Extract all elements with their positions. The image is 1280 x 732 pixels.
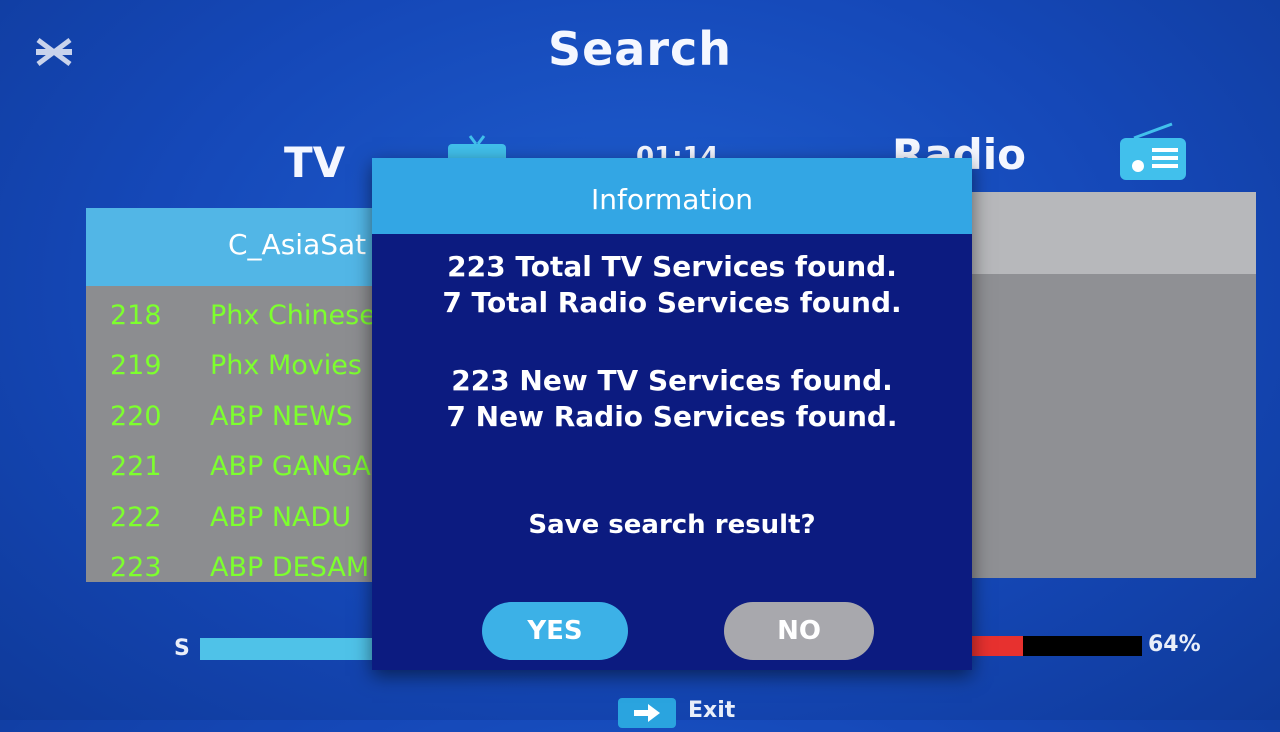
- channel-number: 219: [110, 350, 162, 382]
- exit-key[interactable]: [618, 698, 676, 728]
- channel-number: 223: [110, 552, 162, 584]
- signal-strength-label: S: [174, 636, 190, 661]
- new-tv-services-text: 223 New TV Services found.: [451, 364, 893, 397]
- total-radio-services-text: 7 Total Radio Services found.: [442, 286, 902, 319]
- save-question-text: Save search result?: [528, 510, 816, 540]
- channel-name: ABP DESAM: [210, 552, 370, 584]
- exit-label: Exit: [688, 698, 736, 723]
- tv-channel-list: 218 Phx Chinese 219 Phx Movies 220 ABP NEWS…: [86, 290, 396, 593]
- radio-panel-header: [960, 192, 1256, 274]
- channel-number: 222: [110, 501, 162, 533]
- channel-number: 218: [110, 299, 162, 331]
- channel-number: 220: [110, 400, 162, 432]
- channel-row[interactable]: 223 ABP DESAM: [86, 543, 396, 594]
- channel-name: Phx Movies: [210, 350, 362, 382]
- satellite-name: C_AsiaSat: [228, 228, 367, 261]
- information-dialog: Information 223 Total TV Services found.…: [372, 158, 972, 670]
- signal-quality-bar: [950, 636, 1142, 656]
- page-title: Search: [547, 22, 733, 76]
- channel-row[interactable]: 218 Phx Chinese: [86, 290, 396, 341]
- signal-quality-percent: 64%: [1148, 632, 1201, 657]
- channel-row[interactable]: 221 ABP GANGA: [86, 442, 396, 493]
- channel-name: ABP NADU: [210, 501, 352, 533]
- channel-number: 221: [110, 451, 162, 483]
- yes-button[interactable]: YES: [482, 602, 628, 660]
- radio-icon: [1120, 122, 1186, 180]
- total-tv-services-text: 223 Total TV Services found.: [447, 250, 897, 283]
- channel-row[interactable]: 222 ABP NADU: [86, 492, 396, 543]
- channel-row[interactable]: 219 Phx Movies: [86, 341, 396, 392]
- arrow-right-icon: [634, 704, 660, 722]
- channel-name: ABP GANGA: [210, 451, 371, 483]
- channel-row[interactable]: 220 ABP NEWS: [86, 391, 396, 442]
- tv-section-label: TV: [284, 138, 346, 187]
- radio-channel-panel: [960, 192, 1256, 578]
- satellite-header: C_AsiaSat: [86, 208, 396, 286]
- dialog-title: Information: [372, 158, 972, 234]
- no-button[interactable]: NO: [724, 602, 874, 660]
- channel-name: ABP NEWS: [210, 400, 353, 432]
- channel-name: Phx Chinese: [210, 299, 376, 331]
- tv-channel-panel: C_AsiaSat 218 Phx Chinese 219 Phx Movies 2…: [86, 208, 396, 583]
- new-radio-services-text: 7 New Radio Services found.: [446, 400, 898, 433]
